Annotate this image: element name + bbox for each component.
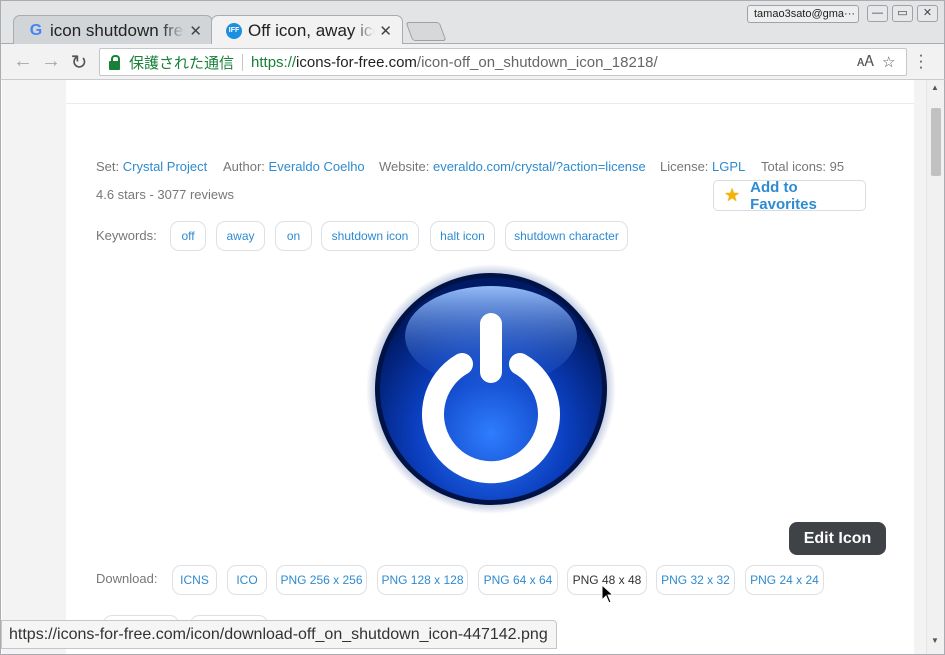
set-link[interactable]: Crystal Project <box>123 159 208 174</box>
meta-website: Website: everaldo.com/crystal/?action=li… <box>379 159 646 174</box>
license-link[interactable]: LGPL <box>712 159 745 174</box>
author-link[interactable]: Everaldo Coelho <box>269 159 365 174</box>
icons-for-free-icon: IFF <box>226 23 242 39</box>
close-tab-icon[interactable]: ✕ <box>379 22 392 40</box>
forward-arrow-icon[interactable]: → <box>39 50 63 73</box>
keyword-tag-away[interactable]: away <box>216 221 265 251</box>
page-background-left <box>2 80 66 654</box>
mouse-cursor-icon <box>601 583 615 609</box>
meta-total-icons: Total icons: 95 <box>761 159 845 174</box>
back-arrow-icon[interactable]: ← <box>11 50 35 73</box>
lock-icon <box>109 54 120 70</box>
url-scheme: https:// <box>251 53 297 71</box>
scrollbar-thumb[interactable] <box>931 108 941 176</box>
download-icns-button[interactable]: ICNS <box>172 565 217 595</box>
divider <box>66 103 914 104</box>
tab-title: icon shutdown free <box>50 21 186 40</box>
title-bar: G icon shutdown free ✕ IFF Off icon, awa… <box>0 0 945 46</box>
favorites-label: Add to Favorites <box>750 178 817 213</box>
keyword-tag-halt-icon[interactable]: halt icon <box>430 221 495 251</box>
secure-label: 保護された通信 <box>129 54 235 72</box>
minimize-button[interactable]: — <box>867 5 888 22</box>
status-bar-url: https://icons-for-free.com/icon/download… <box>1 620 557 649</box>
tab-icons-for-free[interactable]: IFF Off icon, away icon ✕ <box>211 15 403 46</box>
close-window-button[interactable]: ✕ <box>917 5 938 22</box>
scroll-down-icon[interactable]: ▼ <box>931 636 939 645</box>
download-png-128-button[interactable]: PNG 128 x 128 <box>377 565 468 595</box>
address-bar[interactable]: 保護された通信 https:// icons-for-free.com /ico… <box>99 48 907 76</box>
download-png-24-button[interactable]: PNG 24 x 24 <box>745 565 824 595</box>
download-png-64-button[interactable]: PNG 64 x 64 <box>478 565 558 595</box>
meta-set: Set: Crystal Project <box>96 159 208 174</box>
rating-text: 4.6 stars - 3077 reviews <box>96 187 235 202</box>
page-viewport: Set: Crystal Project Author: Everaldo Co… <box>0 80 945 655</box>
bookmark-star-icon[interactable]: ☆ <box>882 53 895 71</box>
close-tab-icon[interactable]: ✕ <box>189 22 202 40</box>
translate-icon[interactable]: 🗚 <box>857 53 874 70</box>
profile-button[interactable]: tamao3sato@gma··· <box>747 5 859 23</box>
maximize-button[interactable]: ▭ <box>892 5 913 22</box>
keyword-tag-shutdown-icon[interactable]: shutdown icon <box>321 221 419 251</box>
google-g-icon: G <box>29 22 43 39</box>
keyword-tag-shutdown-character[interactable]: shutdown character <box>505 221 628 251</box>
vertical-scrollbar[interactable]: ▲ ▼ <box>926 80 944 654</box>
browser-toolbar: ← → ↻ 保護された通信 https:// icons-for-free.co… <box>0 44 945 80</box>
add-to-favorites-button[interactable]: ★ Add to Favorites <box>713 178 866 213</box>
reload-icon[interactable]: ↻ <box>67 50 91 75</box>
power-button-icon <box>366 264 616 514</box>
keyword-tag-off[interactable]: off <box>170 221 206 251</box>
download-ico-button[interactable]: ICO <box>227 565 267 595</box>
tab-title: Off icon, away icon <box>248 21 375 40</box>
page-background-right <box>914 80 926 654</box>
menu-icon[interactable]: · · · <box>917 46 925 75</box>
meta-author: Author: Everaldo Coelho <box>223 159 365 174</box>
url-domain: icons-for-free.com <box>296 53 417 71</box>
new-tab-button[interactable] <box>405 22 447 41</box>
url-path: /icon-off_on_shutdown_icon_18218/ <box>416 53 658 71</box>
tab-google-search[interactable]: G icon shutdown free ✕ <box>13 15 213 46</box>
edit-icon-button[interactable]: Edit Icon <box>789 522 886 555</box>
download-png-256-button[interactable]: PNG 256 x 256 <box>276 565 367 595</box>
star-icon: ★ <box>724 185 741 205</box>
keywords-label: Keywords: <box>96 228 157 243</box>
scroll-up-icon[interactable]: ▲ <box>931 83 939 92</box>
divider <box>242 53 244 71</box>
keyword-tag-on[interactable]: on <box>275 221 312 251</box>
meta-license: License: LGPL <box>660 159 746 174</box>
download-png-32-button[interactable]: PNG 32 x 32 <box>656 565 735 595</box>
download-label: Download: <box>96 571 158 586</box>
website-link[interactable]: everaldo.com/crystal/?action=license <box>433 159 646 174</box>
